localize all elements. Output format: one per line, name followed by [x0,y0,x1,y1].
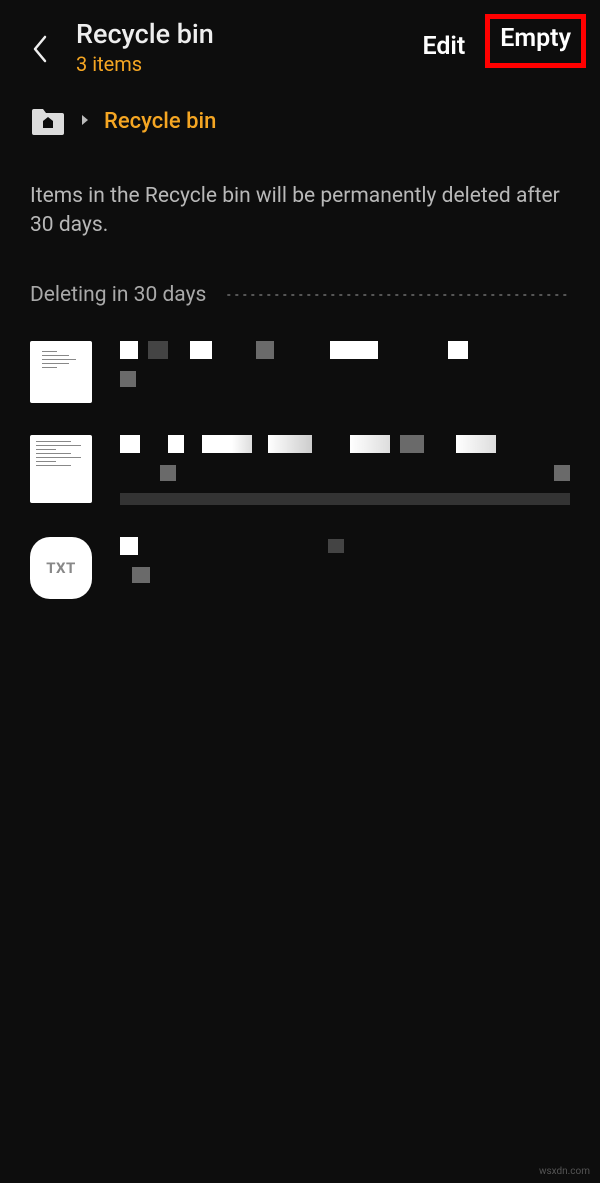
page-title: Recycle bin [76,18,422,50]
file-name-redacted [120,537,570,555]
title-block: Recycle bin 3 items [76,18,422,76]
file-list: TXT [0,325,600,615]
file-item[interactable] [30,419,570,521]
file-info [120,341,570,399]
empty-button[interactable]: Empty [500,24,571,53]
breadcrumb: Recycle bin [0,88,600,154]
file-item[interactable] [30,325,570,419]
breadcrumb-separator-icon [80,112,90,131]
file-info [120,537,570,595]
file-name-redacted [120,435,570,453]
watermark: wsxdn.com [539,1166,590,1177]
file-name-redacted [120,341,570,359]
home-folder-icon[interactable] [30,106,66,136]
file-meta-redacted [120,465,570,481]
header: Recycle bin 3 items Edit Empty [0,0,600,88]
file-meta-redacted [120,371,570,387]
section-divider [224,294,570,296]
txt-label: TXT [46,559,76,577]
txt-file-icon: TXT [30,537,92,599]
section-label: Deleting in 30 days [30,283,206,307]
back-icon [31,34,49,64]
file-meta-redacted [120,567,570,583]
document-thumbnail [30,341,92,403]
document-thumbnail [30,435,92,503]
file-info [120,435,570,505]
file-subline-redacted [120,493,570,505]
empty-button-highlight: Empty [485,14,586,68]
back-button[interactable] [20,24,60,74]
item-count: 3 items [76,52,422,76]
breadcrumb-current[interactable]: Recycle bin [104,109,216,134]
section-header: Deleting in 30 days [0,253,600,325]
edit-button[interactable]: Edit [422,32,465,61]
header-actions: Edit Empty [422,24,580,68]
info-text: Items in the Recycle bin will be permane… [0,154,600,253]
file-item[interactable]: TXT [30,521,570,615]
